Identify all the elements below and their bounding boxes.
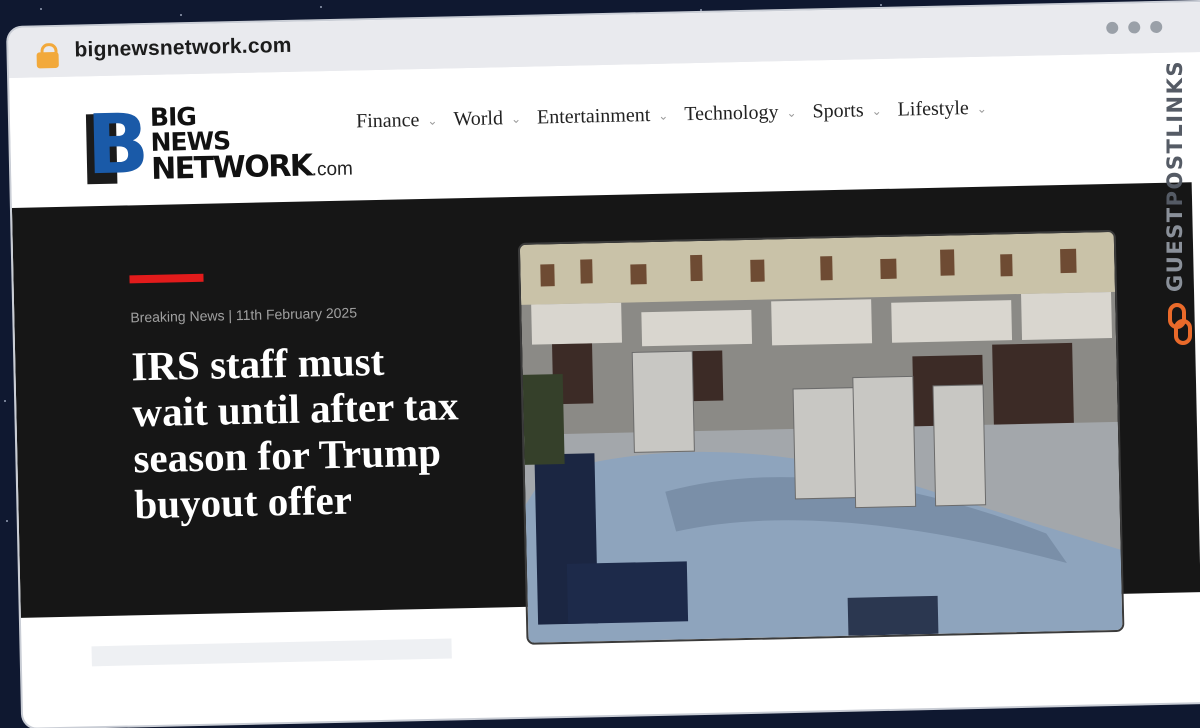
site-logo[interactable]: B BIG NEWS NETWORK.com xyxy=(85,96,378,196)
window-dot-icon[interactable] xyxy=(1128,21,1141,34)
office-cubicles-photo xyxy=(519,231,1123,643)
nav-label: Sports xyxy=(812,99,864,123)
window-controls xyxy=(1106,20,1163,35)
url-text[interactable]: bignewsnetwork.com xyxy=(74,34,292,63)
site-header: B BIG NEWS NETWORK.com Finance ⌄ World ⌄ E… xyxy=(9,50,1200,208)
article-meta: Breaking News | 11th February 2025 xyxy=(130,304,358,326)
nav-item-sports[interactable]: Sports ⌄ xyxy=(812,99,882,124)
chevron-down-icon[interactable]: ⌄ xyxy=(427,113,437,127)
chevron-down-icon[interactable]: ⌄ xyxy=(658,108,668,122)
accent-bar xyxy=(129,273,204,284)
nav-label: Entertainment xyxy=(536,104,651,129)
nav-item-technology[interactable]: Technology ⌄ xyxy=(684,101,797,126)
chevron-down-icon[interactable]: ⌄ xyxy=(977,101,987,115)
nav-item-lifestyle[interactable]: Lifestyle ⌄ xyxy=(897,97,987,122)
logo-suffix: .com xyxy=(311,158,354,181)
browser-window: bignewsnetwork.com B BIG NEWS NETWORK.co… xyxy=(8,0,1200,728)
link-icon xyxy=(1168,303,1192,345)
lock-icon xyxy=(36,42,59,69)
nav-label: Lifestyle xyxy=(897,97,969,121)
nav-item-finance[interactable]: Finance ⌄ xyxy=(356,109,438,134)
logo-b-icon: B xyxy=(85,96,151,194)
watermark-text: GUESTPOSTLINKS xyxy=(1163,60,1187,292)
nav-label: Finance xyxy=(355,109,420,133)
article-image[interactable] xyxy=(517,229,1125,645)
guestpostlinks-watermark: GUESTPOSTLINKS xyxy=(1163,60,1197,360)
nav-item-entertainment[interactable]: Entertainment ⌄ xyxy=(537,104,669,130)
window-dot-icon[interactable] xyxy=(1106,21,1119,35)
logo-line-network: NETWORK xyxy=(150,148,312,187)
chevron-down-icon[interactable]: ⌄ xyxy=(786,105,796,119)
nav-label: World xyxy=(453,107,504,131)
chevron-down-icon[interactable]: ⌄ xyxy=(511,111,521,125)
hero-section: Breaking News | 11th February 2025 IRS s… xyxy=(11,182,1200,645)
nav-label: Technology xyxy=(684,101,779,126)
main-nav: Finance ⌄ World ⌄ Entertainment ⌄ Technolog… xyxy=(356,97,987,134)
article-headline[interactable]: IRS staff must wait until after tax seas… xyxy=(131,336,465,527)
content-placeholder xyxy=(91,638,452,667)
nav-item-world[interactable]: World ⌄ xyxy=(453,107,521,131)
chevron-down-icon[interactable]: ⌄ xyxy=(871,103,881,117)
window-dot-icon[interactable] xyxy=(1150,20,1163,34)
